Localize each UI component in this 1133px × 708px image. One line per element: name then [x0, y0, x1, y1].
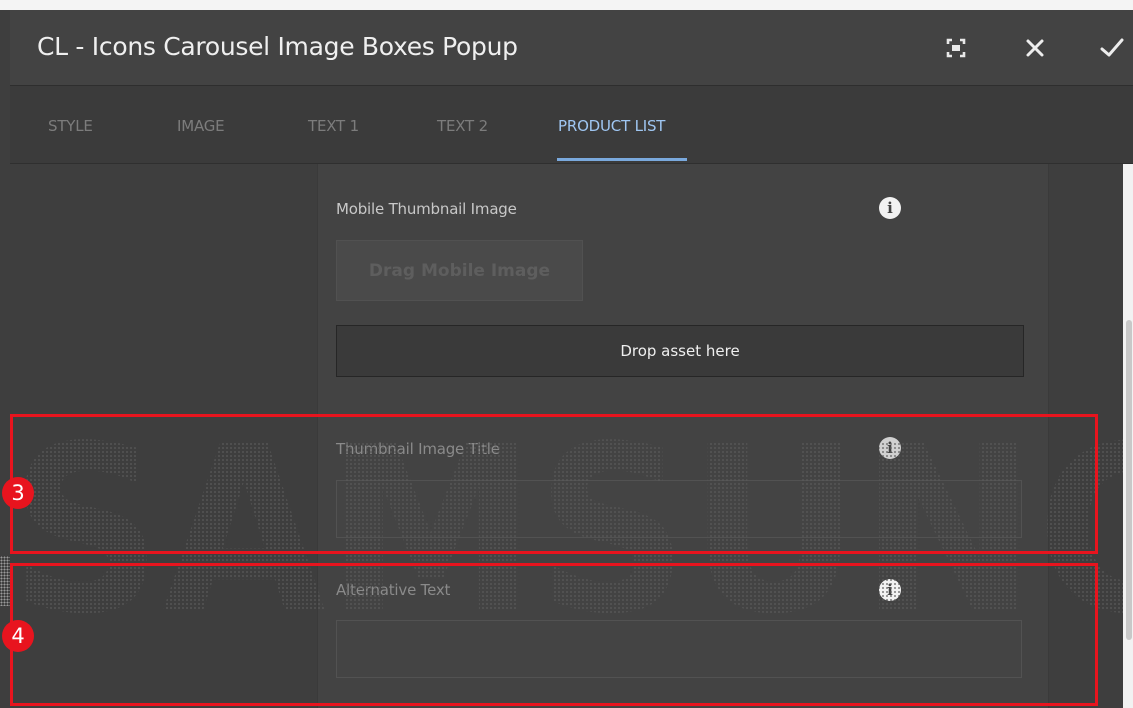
annotation-box-3	[10, 414, 1098, 554]
drop-asset-zone[interactable]: Drop asset here	[336, 325, 1024, 377]
annotation-badge-4: 4	[2, 620, 34, 652]
window-top-strip	[0, 0, 1133, 10]
tab-bar: STYLE IMAGE TEXT 1 TEXT 2 PRODUCT LIST	[10, 86, 1133, 164]
dialog-header: CL - Icons Carousel Image Boxes Popup	[10, 10, 1133, 86]
mobile-thumbnail-label: Mobile Thumbnail Image	[336, 200, 517, 218]
info-icon[interactable]: i	[879, 197, 901, 219]
fullscreen-icon	[946, 38, 966, 58]
close-button[interactable]	[1019, 32, 1051, 64]
tab-image[interactable]: IMAGE	[177, 117, 225, 135]
dialog-title: CL - Icons Carousel Image Boxes Popup	[37, 32, 518, 61]
tab-text-1[interactable]: TEXT 1	[308, 117, 359, 135]
tab-text-2[interactable]: TEXT 2	[437, 117, 488, 135]
scrollbar-thumb[interactable]	[1126, 320, 1132, 640]
tab-style[interactable]: STYLE	[48, 117, 93, 135]
drag-mobile-image-button[interactable]: Drag Mobile Image	[336, 240, 583, 301]
annotation-box-4	[10, 563, 1098, 706]
tab-product-list[interactable]: PRODUCT LIST	[558, 117, 665, 135]
annotation-badge-3: 3	[2, 477, 34, 509]
close-icon	[1026, 39, 1044, 57]
done-button[interactable]	[1096, 32, 1128, 64]
active-tab-indicator	[557, 158, 687, 161]
checkmark-icon	[1100, 38, 1124, 57]
dotted-edge	[0, 556, 10, 606]
fullscreen-button[interactable]	[940, 32, 972, 64]
